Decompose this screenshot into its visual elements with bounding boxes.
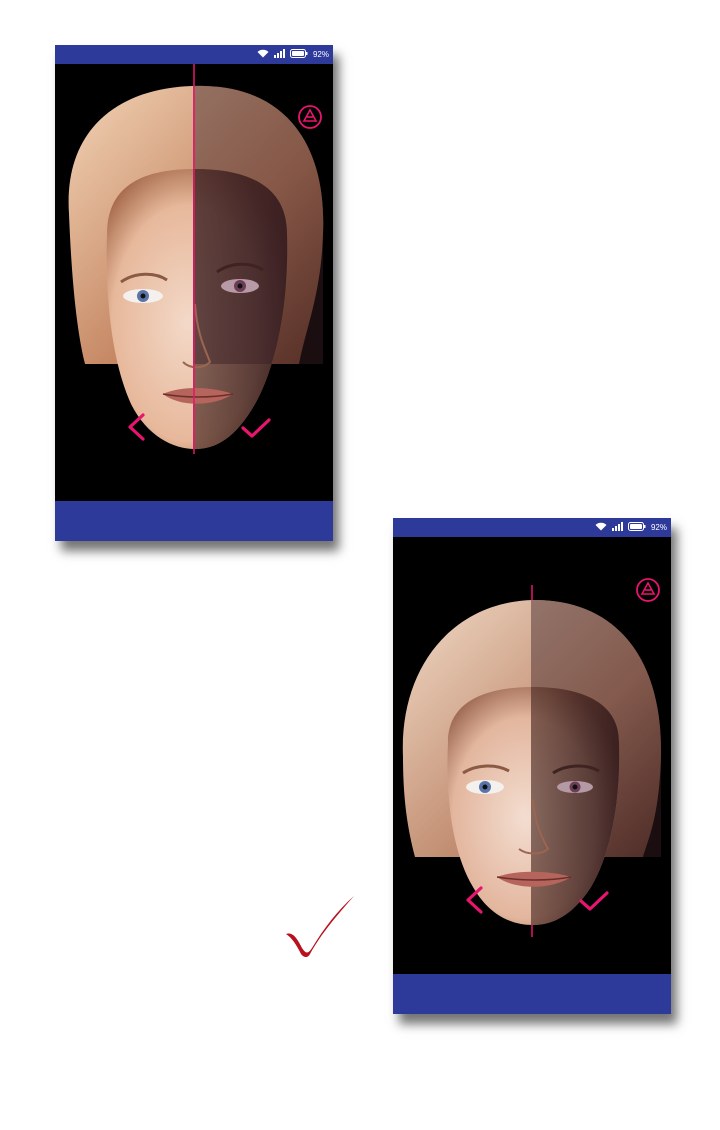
status-bar: 92%	[393, 518, 671, 537]
chevron-left-icon	[128, 413, 145, 441]
chevron-left-icon	[466, 886, 483, 914]
back-button[interactable]	[125, 412, 147, 442]
signal-icon	[611, 522, 623, 533]
checkmark-icon	[286, 896, 354, 957]
navigation-bar	[393, 974, 671, 1014]
check-icon	[241, 418, 271, 438]
phone-screenshot-1: 92%	[55, 45, 333, 541]
navigation-bar	[55, 501, 333, 541]
battery-icon	[289, 49, 308, 60]
confirm-button[interactable]	[577, 889, 611, 913]
battery-icon	[627, 522, 646, 533]
check-icon	[579, 891, 609, 911]
camera-screen	[393, 537, 671, 974]
face-image	[68, 64, 324, 454]
face-image	[402, 537, 662, 937]
battery-percent: 92%	[312, 50, 329, 59]
flip-face-icon[interactable]	[635, 577, 661, 603]
phone-screenshot-2: 92%	[393, 518, 671, 1014]
flip-face-icon[interactable]	[297, 104, 323, 130]
camera-screen	[55, 64, 333, 501]
back-button[interactable]	[463, 885, 485, 915]
wifi-icon	[595, 522, 607, 533]
wifi-icon	[257, 49, 269, 60]
confirm-button[interactable]	[239, 416, 273, 440]
battery-percent: 92%	[650, 523, 667, 532]
signal-icon	[273, 49, 285, 60]
status-bar: 92%	[55, 45, 333, 64]
